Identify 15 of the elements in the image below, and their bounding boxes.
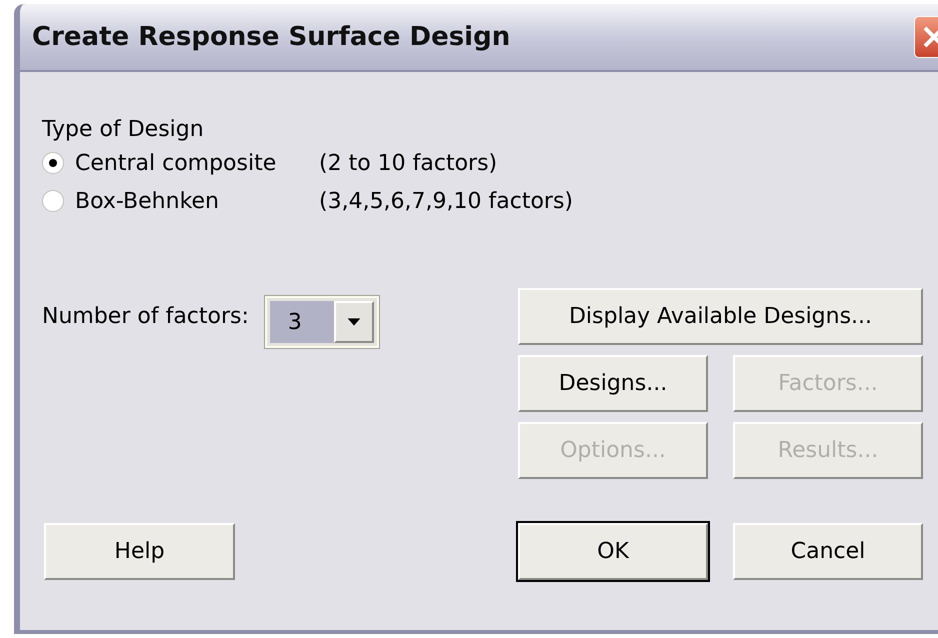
dialog-button[interactable]: Display Available Designs... — [518, 288, 923, 345]
window-title: Create Response Surface Design — [32, 20, 510, 54]
radio-button[interactable] — [42, 152, 64, 174]
factors-dropdown[interactable]: 3 — [264, 296, 379, 348]
default-button[interactable]: OK — [518, 523, 708, 580]
radio-label: Central composite — [75, 150, 278, 178]
radio-button[interactable] — [42, 190, 64, 212]
factor-range: (3,4,5,6,7,9,10 factors) — [319, 188, 574, 216]
section-label: Type of Design — [42, 116, 205, 144]
dialog-button[interactable]: Designs... — [518, 355, 708, 412]
dialog-button[interactable]: Help — [44, 523, 235, 580]
radio-label: Box-Behnken — [75, 188, 220, 216]
factor-range: (2 to 10 factors) — [319, 150, 498, 178]
factors-label: Number of factors: — [42, 303, 249, 331]
dialog-button[interactable]: Cancel — [733, 523, 923, 580]
